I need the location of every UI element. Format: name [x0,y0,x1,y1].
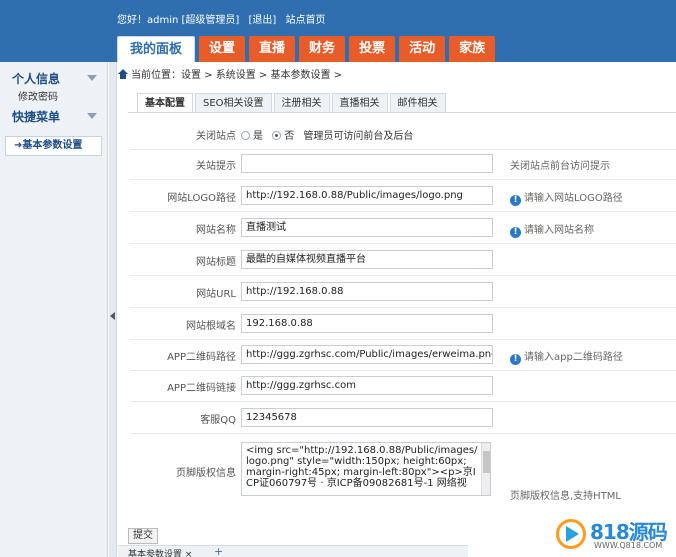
nav-tab-family[interactable]: 家族 [449,36,496,62]
field-label: 网站根域名 [186,321,236,332]
row-qr-link: APP二维码链接 http://ggg.zgrhsc.com [130,370,676,402]
home-icon [118,69,128,79]
row-qr-path: APP二维码路径 http://ggg.zgrhsc.com/Public/im… [130,339,676,371]
sidebar: 个人信息 修改密码 快捷菜单 ➜基本参数设置 [0,62,108,557]
greeting-text: 您好！admin [超级管理员] [117,15,240,26]
header-greeting: 您好！admin [超级管理员] [退出] 站点首页 [117,11,332,26]
row-site-title: 网站标题 最酷的自媒体视频直播平台 [130,244,676,276]
row-close-tip: 关站提示 关闭站点前台访问提示 [130,148,676,180]
sidebar-section-personal[interactable]: 个人信息 [0,68,107,90]
sidebar-collapse-handle[interactable] [109,62,117,557]
breadcrumb-text: 当前位置：设置 > 系统设置 > 基本参数设置 > [131,70,343,81]
field-label: APP二维码链接 [167,383,236,394]
radio-no-circle[interactable] [272,131,282,140]
qr-link-input[interactable]: http://ggg.zgrhsc.com [241,376,493,395]
bottom-tab-basic-settings[interactable]: 基本参数设置 × [128,547,192,557]
radio-yes[interactable]: 是 [241,131,263,142]
sidebar-section-label: 个人信息 [12,72,61,86]
service-qq-input[interactable]: 12345678 [241,408,493,427]
logo-subtext: WWW.Q818.COM [594,541,663,550]
radio-yes-circle[interactable] [241,131,250,140]
close-site-note: 管理员可访问前台及后台 [303,131,414,142]
tab-divider [128,112,676,113]
main-nav: 我的面板 设置 直播 财务 投票 活动 家族 [117,36,496,62]
settings-tabs: 基本配置 SEO相关设置 注册相关 直播相关 邮件相关 [137,93,446,113]
field-label: 网站LOGO路径 [167,193,236,204]
close-tip-hint: 关闭站点前台访问提示 [510,161,610,172]
logout-link[interactable]: [退出] [249,15,277,26]
nav-tab-vote[interactable]: 投票 [349,36,396,62]
qr-path-input[interactable]: http://ggg.zgrhsc.com/Public/images/erwe… [241,345,493,364]
logo-path-input[interactable]: http://192.168.0.88/Public/images/logo.p… [241,186,493,205]
row-site-name: 网站名称 直播测试 ! 请输入网站名称 [130,212,676,244]
info-icon: ! [510,227,521,238]
hint-text: 请输入网站名称 [524,225,594,236]
play-icon [566,526,579,542]
site-home-link[interactable]: 站点首页 [286,15,326,26]
site-name-hint: ! 请输入网站名称 [510,221,594,238]
field-label: APP二维码路径 [167,352,236,363]
footer-hint: 页脚版权信息,支持HTML [510,491,622,502]
tab-live[interactable]: 直播相关 [331,93,388,113]
tab-register[interactable]: 注册相关 [273,93,330,113]
row-logo-path: 网站LOGO路径 http://192.168.0.88/Public/imag… [130,180,676,212]
add-tab-icon[interactable]: + [214,545,223,557]
sidebar-item-basic-settings[interactable]: ➜基本参数设置 [5,136,102,156]
site-title-input[interactable]: 最酷的自媒体视频直播平台 [241,250,493,269]
qr-path-hint: ! 请输入app二维码路径 [510,348,623,365]
field-label: 页脚版权信息 [176,468,236,479]
nav-tab-settings[interactable]: 设置 [199,36,246,62]
chevron-down-icon [87,75,97,81]
field-label: 网站名称 [196,225,236,236]
close-tip-input[interactable] [241,154,493,173]
tab-seo[interactable]: SEO相关设置 [195,93,272,113]
textarea-scrollbar[interactable] [481,443,490,495]
tab-basic-config[interactable]: 基本配置 [137,93,193,113]
hint-text: 请输入app二维码路径 [524,352,623,363]
field-label: 关闭站点 [196,131,236,142]
submit-button[interactable]: 提交 [128,528,158,544]
row-root-domain: 网站根域名 192.168.0.88 [130,308,676,340]
row-service-qq: 客服QQ 12345678 [130,402,676,434]
breadcrumb: 当前位置：设置 > 系统设置 > 基本参数设置 > [118,66,342,81]
radio-yes-label: 是 [253,131,263,142]
sidebar-item-change-password[interactable]: 修改密码 [0,90,107,106]
nav-tab-my-panel[interactable]: 我的面板 [117,36,196,62]
root-domain-input[interactable]: 192.168.0.88 [241,314,493,333]
bottom-tab-bar: 基本参数设置 × + [118,545,468,557]
info-icon: ! [510,195,521,206]
row-site-url: 网站URL http://192.168.0.88 [130,276,676,308]
field-label: 网站URL [196,289,236,300]
field-label: 客服QQ [200,415,236,426]
watermark-logo: 818源码 WWW.Q818.COM [556,516,670,554]
nav-tab-finance[interactable]: 财务 [299,36,346,62]
radio-no-label: 否 [284,131,295,142]
footer-textarea[interactable]: <img src="http://192.168.0.88/Public/ima… [241,442,491,496]
field-label: 关站提示 [196,161,236,172]
tab-mail[interactable]: 邮件相关 [389,93,446,113]
radio-no[interactable]: 否 [272,131,294,142]
collapse-arrow-icon [110,312,115,320]
sidebar-section-label: 快捷菜单 [12,110,61,124]
site-name-input[interactable]: 直播测试 [241,218,493,237]
close-site-radio-group: 是 否 管理员可访问前台及后台 [241,127,419,142]
scrollbar-thumb[interactable] [483,451,490,473]
row-close-site: 关闭站点 是 否 管理员可访问前台及后台 [130,118,676,150]
nav-tab-activity[interactable]: 活动 [399,36,446,62]
sidebar-section-shortcuts[interactable]: 快捷菜单 [0,106,107,128]
info-icon: ! [510,354,521,365]
chevron-down-icon [87,113,97,119]
field-label: 网站标题 [196,257,236,268]
top-header: 您好！admin [超级管理员] [退出] 站点首页 我的面板 设置 直播 财务… [0,0,676,62]
site-url-input[interactable]: http://192.168.0.88 [241,282,493,301]
logo-path-hint: ! 请输入网站LOGO路径 [510,189,623,206]
row-footer: 页脚版权信息 <img src="http://192.168.0.88/Pub… [130,434,676,506]
hint-text: 请输入网站LOGO路径 [524,193,623,204]
nav-tab-live[interactable]: 直播 [249,36,296,62]
